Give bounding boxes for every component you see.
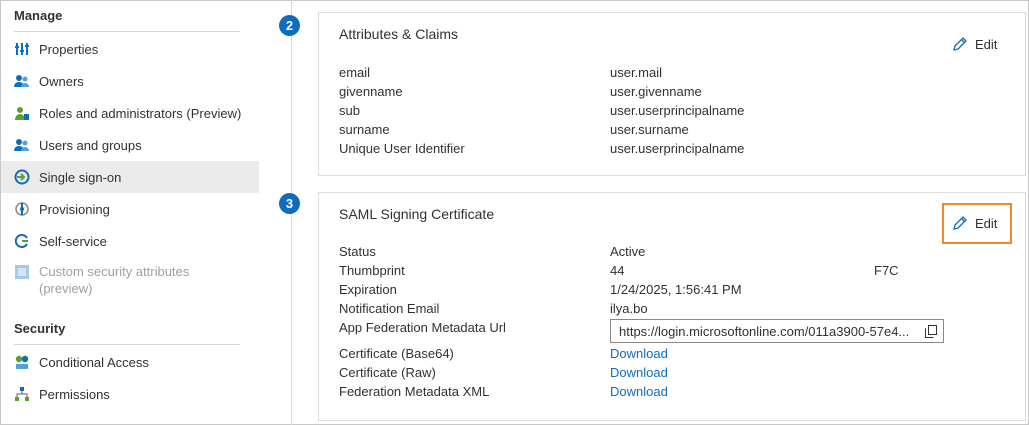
metadata-url-label: App Federation Metadata Url	[339, 320, 506, 335]
divider	[14, 344, 240, 345]
attribute-name: givenname	[339, 84, 403, 99]
status-label: Status	[339, 244, 376, 259]
sidebar-item-label: Provisioning	[39, 201, 110, 217]
attribute-name: email	[339, 65, 371, 80]
provisioning-icon	[14, 201, 30, 217]
sidebar-item-permissions[interactable]: Permissions	[1, 378, 259, 410]
sidebar-item-custom-security-attributes[interactable]: Custom security attributes (preview)	[1, 261, 259, 301]
sidebar: Manage Properties Owners Roles and admin…	[1, 0, 259, 423]
owners-icon	[14, 73, 30, 89]
attribute-value: user.givenname	[610, 84, 702, 99]
certificate-base64-label: Certificate (Base64)	[339, 346, 454, 361]
custom-security-label-line2: (preview)	[39, 281, 93, 296]
notification-email-value: ilya.bo	[610, 301, 648, 316]
security-header: Security	[14, 321, 66, 336]
sidebar-item-properties[interactable]: Properties	[1, 33, 259, 65]
properties-icon	[14, 41, 30, 57]
attribute-value: user.mail	[610, 65, 663, 80]
self-service-icon	[14, 233, 30, 249]
thumbprint-label: Thumbprint	[339, 263, 405, 278]
thumbprint-value: 44	[610, 263, 625, 278]
sidebar-item-label: Properties	[39, 41, 99, 57]
attribute-value: user.surname	[610, 122, 689, 137]
sidebar-item-label: Permissions	[39, 386, 110, 402]
step-badge-2: 2	[279, 15, 300, 36]
sidebar-item-label: Self-service	[39, 233, 107, 249]
permissions-icon	[14, 386, 30, 402]
attribute-name: surname	[339, 122, 390, 137]
sidebar-item-self-service[interactable]: Self-service	[1, 225, 259, 257]
sidebar-item-provisioning[interactable]: Provisioning	[1, 193, 259, 225]
sidebar-item-label: Conditional Access	[39, 354, 149, 370]
sidebar-item-single-sign-on[interactable]: Single sign-on	[1, 161, 259, 193]
custom-security-label-line1: Custom security attributes	[39, 264, 190, 279]
custom-security-icon	[14, 264, 30, 280]
roles-icon	[14, 105, 30, 121]
expiration-value: 1/24/2025, 1:56:41 PM	[610, 282, 742, 297]
sidebar-item-label: Single sign-on	[39, 169, 122, 185]
federation-metadata-xml-label: Federation Metadata XML	[339, 384, 490, 399]
notification-email-label: Notification Email	[339, 301, 440, 316]
expiration-label: Expiration	[339, 282, 397, 297]
sidebar-item-label: Custom security attributes (preview)	[39, 263, 189, 297]
thumbprint-value-suffix: F7C	[874, 263, 899, 278]
edit-label: Edit	[975, 215, 998, 231]
saml-signing-certificate-card: SAML Signing Certificate Edit Status Act…	[318, 192, 1026, 421]
card-title: SAML Signing Certificate	[339, 206, 495, 222]
pencil-icon	[953, 37, 967, 51]
users-groups-icon	[14, 137, 30, 153]
divider	[14, 31, 240, 32]
copy-icon[interactable]	[925, 325, 937, 338]
sidebar-item-label: Roles and administrators (Preview)	[39, 105, 242, 121]
status-value: Active	[610, 244, 646, 259]
single-sign-on-icon	[14, 169, 30, 185]
step-badge-3: 3	[279, 193, 300, 214]
certificate-raw-label: Certificate (Raw)	[339, 365, 436, 380]
manage-header: Manage	[14, 8, 63, 23]
attributes-claims-card: Attributes & Claims Edit email user.mail…	[318, 12, 1026, 176]
card-title: Attributes & Claims	[339, 26, 459, 42]
certificate-base64-download-link[interactable]: Download	[610, 344, 668, 363]
sidebar-item-label: Users and groups	[39, 137, 142, 153]
conditional-access-icon	[14, 354, 30, 370]
metadata-url-field[interactable]: https://login.microsoftonline.com/011a39…	[610, 319, 944, 343]
attribute-value: user.userprincipalname	[610, 103, 745, 118]
saml-edit-button[interactable]: Edit	[951, 214, 997, 232]
attribute-name: sub	[339, 103, 360, 118]
sidebar-item-conditional-access[interactable]: Conditional Access	[1, 346, 259, 378]
sidebar-item-owners[interactable]: Owners	[1, 65, 259, 97]
sidebar-item-label: Owners	[39, 73, 84, 89]
federation-metadata-xml-download-link[interactable]: Download	[610, 382, 668, 401]
attributes-edit-button[interactable]: Edit	[951, 35, 997, 53]
attribute-value: user.userprincipalname	[610, 141, 745, 156]
attribute-name: Unique User Identifier	[339, 141, 465, 156]
edit-label: Edit	[975, 36, 998, 52]
sidebar-item-users-groups[interactable]: Users and groups	[1, 129, 259, 161]
certificate-raw-download-link[interactable]: Download	[610, 363, 668, 382]
pencil-icon	[953, 216, 967, 230]
sidebar-item-roles[interactable]: Roles and administrators (Preview)	[1, 97, 259, 129]
metadata-url-value: https://login.microsoftonline.com/011a39…	[619, 323, 910, 339]
